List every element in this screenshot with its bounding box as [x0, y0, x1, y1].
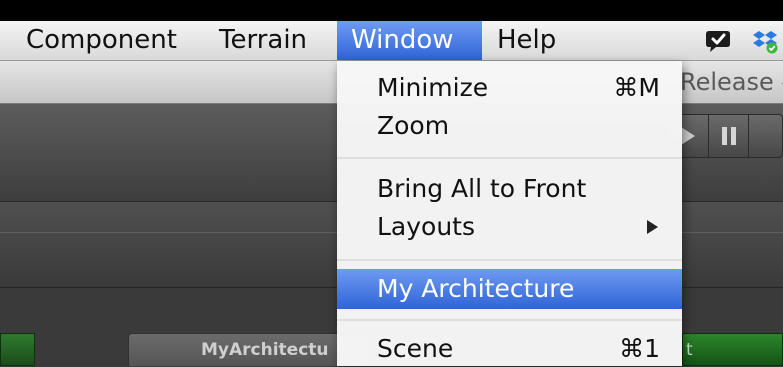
menu-help[interactable]: Help — [483, 21, 570, 60]
menu-item-bring-all-to-front[interactable]: Bring All to Front — [337, 171, 682, 207]
menu-item-label: Zoom — [377, 111, 450, 140]
menu-window[interactable]: Window — [337, 21, 482, 60]
play-icon — [681, 127, 695, 145]
menu-component[interactable]: Component — [12, 21, 191, 60]
green-tab-right-label: t — [686, 340, 693, 360]
window-title: Release - — [680, 68, 783, 96]
menu-separator — [337, 259, 682, 261]
menu-separator — [337, 319, 682, 321]
green-tab-right[interactable]: t — [682, 333, 783, 366]
submenu-arrow-icon — [647, 220, 658, 234]
window-menu-dropdown: Minimize ⌘M Zoom Bring All to Front Layo… — [337, 61, 682, 366]
menu-item-label: Minimize — [377, 73, 489, 102]
menu-item-my-architecture[interactable]: My Architecture — [337, 269, 682, 309]
green-tab-left[interactable] — [0, 333, 35, 366]
screen-top-strip — [0, 0, 783, 21]
playback-controls — [668, 114, 783, 158]
menu-terrain[interactable]: Terrain — [205, 21, 321, 60]
pause-button[interactable] — [709, 115, 749, 157]
speech-bubble-icon[interactable] — [705, 28, 731, 54]
menu-separator — [337, 157, 682, 159]
menu-bar: Component Terrain Window Help — [0, 21, 783, 61]
step-button[interactable] — [749, 115, 783, 157]
dropbox-icon[interactable] — [752, 28, 778, 54]
menu-item-zoom[interactable]: Zoom — [337, 109, 682, 143]
pause-icon — [722, 127, 727, 145]
menu-item-shortcut: ⌘M — [613, 73, 660, 102]
menu-item-label: Layouts — [377, 212, 476, 241]
project-tab-label: MyArchitectu — [201, 340, 329, 360]
menu-item-label: My Architecture — [377, 274, 575, 303]
menu-item-label: Scene — [377, 334, 454, 363]
menu-item-shortcut: ⌘1 — [619, 334, 660, 363]
menu-item-layouts[interactable]: Layouts — [337, 209, 682, 245]
menu-item-scene[interactable]: Scene ⌘1 — [337, 331, 682, 366]
project-tab[interactable]: MyArchitectu — [128, 333, 368, 366]
menu-item-label: Bring All to Front — [377, 174, 587, 203]
menu-item-minimize[interactable]: Minimize ⌘M — [337, 71, 682, 105]
